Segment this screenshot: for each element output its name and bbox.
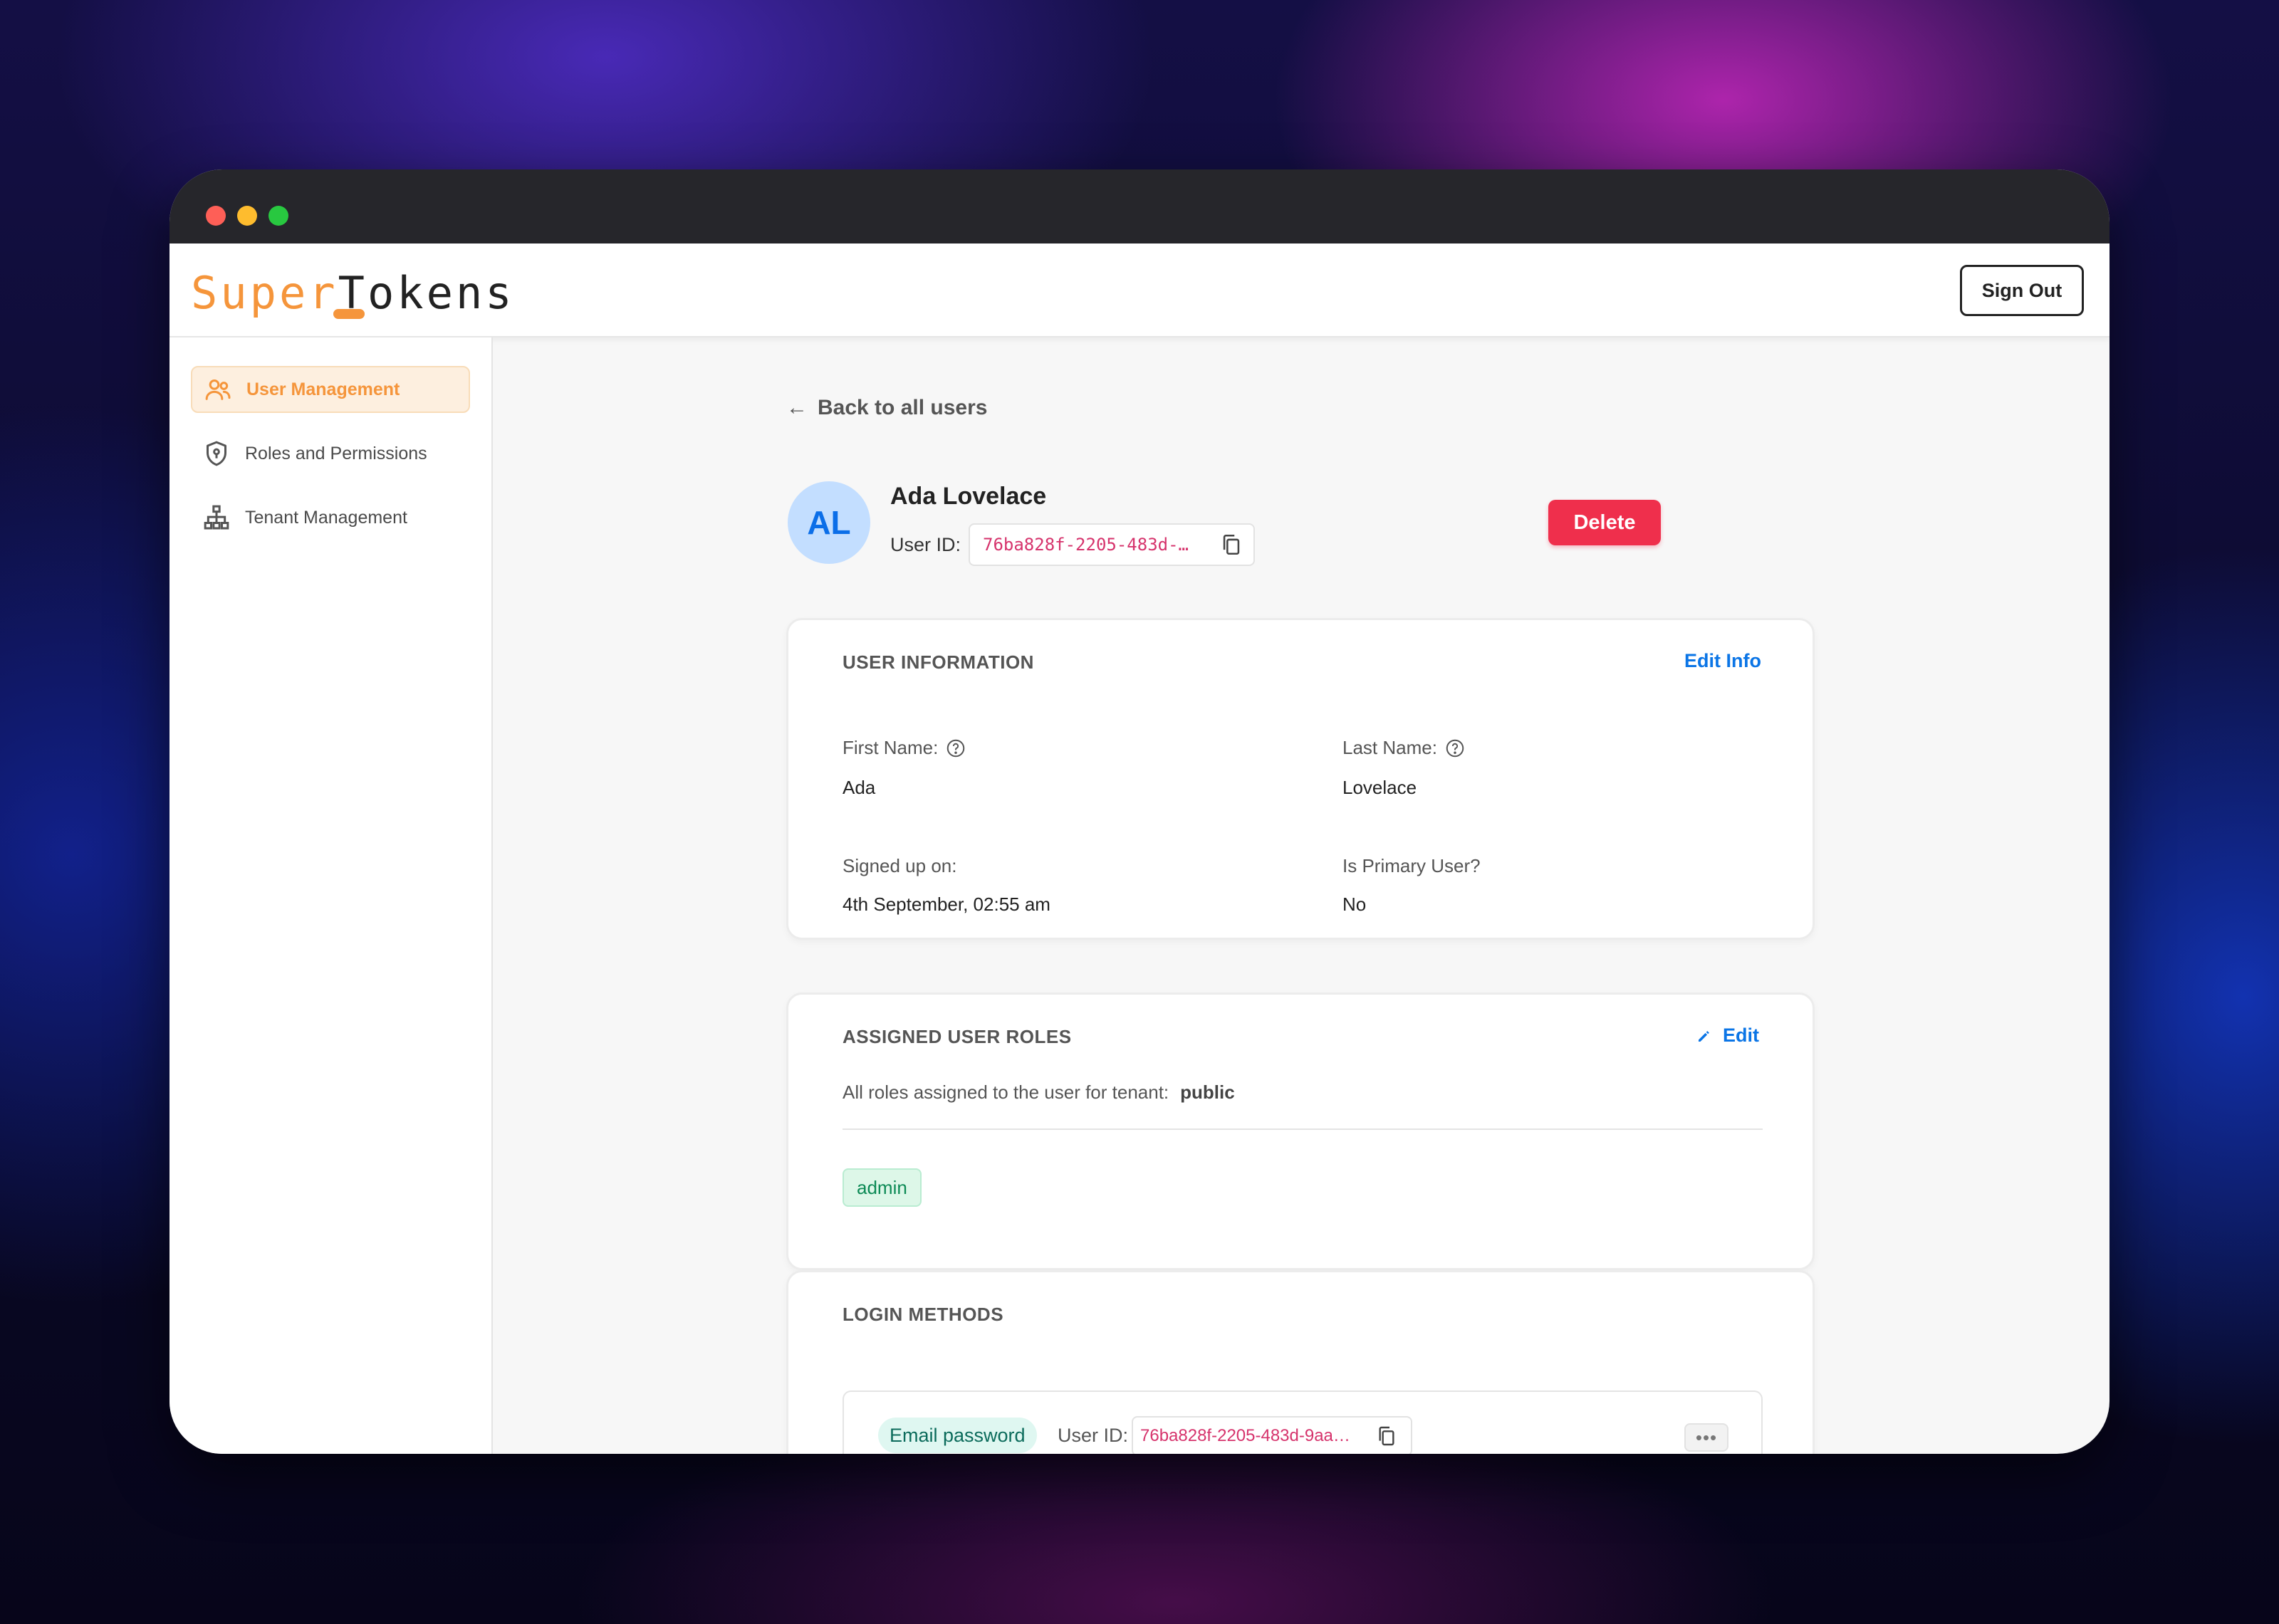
user-id-value: 76ba828f-2205-483d-… — [983, 535, 1189, 555]
last-name-label-text: Last Name: — [1342, 737, 1437, 758]
sidebar-item-roles-permissions[interactable]: Roles and Permissions — [191, 430, 470, 477]
avatar: AL — [788, 481, 870, 564]
edit-roles-link[interactable]: Edit — [1696, 1025, 1759, 1047]
user-id-field[interactable]: 76ba828f-2205-483d-… — [969, 523, 1255, 566]
login-method-row: Email password User ID: 76ba828f-2205-48… — [843, 1390, 1763, 1454]
shield-icon — [207, 441, 226, 466]
window-maximize-button[interactable] — [268, 206, 288, 226]
sidebar-item-label: Tenant Management — [245, 507, 407, 528]
last-name-value: Lovelace — [1342, 777, 1417, 798]
pencil-icon — [1699, 1030, 1709, 1042]
login-method-badge: Email password — [878, 1418, 1037, 1453]
back-link-label: Back to all users — [818, 396, 988, 419]
primary-user-value: No — [1342, 894, 1367, 915]
first-name-value: Ada — [843, 777, 876, 798]
last-name-label: Last Name: — [1342, 737, 1466, 759]
edit-info-link[interactable]: Edit Info — [1684, 650, 1761, 672]
first-name-label-text: First Name: — [843, 737, 939, 758]
sidebar-item-tenant-management[interactable]: Tenant Management — [191, 494, 470, 541]
roles-subtitle: All roles assigned to the user for tenan… — [843, 1081, 1235, 1104]
sidebar: User Management Roles and Permissions Te… — [170, 337, 493, 1454]
window-titlebar — [170, 169, 2109, 243]
tenant-name: public — [1180, 1081, 1235, 1103]
primary-user-label: Is Primary User? — [1342, 855, 1481, 876]
logo-key-mark — [333, 309, 365, 319]
login-method-user-id-value: 76ba828f-2205-483d-9aa… — [1140, 1426, 1350, 1445]
sidebar-item-label: User Management — [246, 379, 400, 399]
copy-icon[interactable] — [1375, 1425, 1398, 1447]
browser-window: SuperTokens Sign Out User Management Rol… — [170, 169, 2109, 1454]
role-badge-admin: admin — [843, 1168, 922, 1207]
logo-tokens-text: Tokens — [338, 267, 515, 319]
roles-divider — [843, 1128, 1763, 1130]
signed-up-label: Signed up on: — [843, 855, 957, 876]
supertokens-logo[interactable]: SuperTokens — [191, 265, 515, 322]
logo-super-text: Super — [191, 267, 338, 319]
help-icon[interactable] — [945, 738, 966, 759]
roles-subtitle-text: All roles assigned to the user for tenan… — [843, 1081, 1169, 1103]
user-id-label: User ID: — [890, 534, 961, 555]
first-name-label: First Name: — [843, 737, 966, 759]
sign-out-button[interactable]: Sign Out — [1960, 265, 2084, 316]
sidebar-item-user-management[interactable]: User Management — [191, 366, 470, 413]
window-close-button[interactable] — [206, 206, 226, 226]
arrow-left-icon: ← — [786, 396, 808, 419]
users-icon — [205, 379, 231, 400]
user-information-title: USER INFORMATION — [843, 651, 1034, 673]
back-to-users-link[interactable]: ← Back to all users — [786, 396, 987, 420]
more-options-button[interactable]: ••• — [1684, 1423, 1728, 1452]
delete-user-button[interactable]: Delete — [1548, 500, 1661, 545]
sidebar-item-label: Roles and Permissions — [245, 443, 427, 463]
login-method-user-id-label: User ID: — [1058, 1425, 1129, 1446]
hierarchy-icon — [204, 505, 229, 530]
login-method-user-id-field[interactable]: 76ba828f-2205-483d-9aa… — [1132, 1416, 1412, 1454]
assigned-roles-card: ASSIGNED USER ROLES Edit All roles assig… — [786, 992, 1815, 1270]
assigned-roles-title: ASSIGNED USER ROLES — [843, 1026, 1072, 1047]
login-methods-title: LOGIN METHODS — [843, 1304, 1004, 1325]
window-minimize-button[interactable] — [237, 206, 257, 226]
login-methods-card: LOGIN METHODS Email password User ID: 76… — [786, 1270, 1815, 1454]
app-header: SuperTokens Sign Out — [170, 243, 2109, 337]
signed-up-value: 4th September, 02:55 am — [843, 894, 1050, 915]
user-information-card: USER INFORMATION Edit Info First Name: A… — [786, 618, 1815, 940]
user-name: Ada Lovelace — [890, 483, 1047, 510]
edit-roles-label: Edit — [1723, 1025, 1759, 1046]
copy-icon[interactable] — [1219, 533, 1243, 557]
help-icon[interactable] — [1444, 738, 1466, 759]
